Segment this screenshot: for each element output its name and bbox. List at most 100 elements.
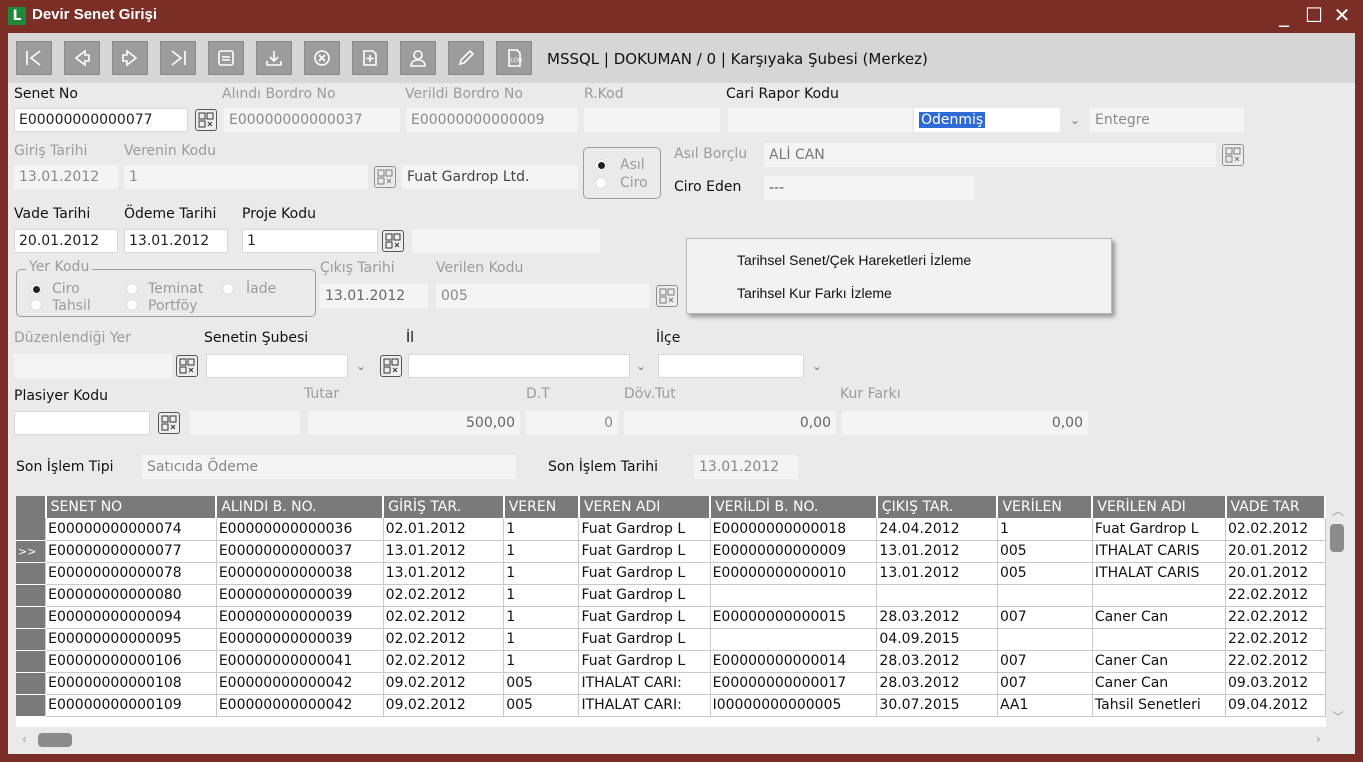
vertical-scroll-thumb[interactable] — [1330, 524, 1344, 552]
cell-veren-adi[interactable]: Fuat Gardrop L — [578, 540, 711, 563]
log-button[interactable]: LOG — [496, 41, 532, 75]
horizontal-scroll-thumb[interactable] — [38, 733, 72, 747]
cell-verilen-adi[interactable]: Caner Can — [1092, 672, 1227, 695]
cell-veren-adi[interactable]: Fuat Gardrop L — [578, 606, 711, 629]
senet-lookup-button[interactable] — [195, 109, 217, 131]
cell-senet-no[interactable]: E00000000000074 — [45, 518, 217, 541]
scroll-up-icon[interactable]: ︿ — [1332, 502, 1344, 519]
context-item-senet-hareketleri[interactable]: Tarihsel Senet/Çek Hareketleri İzleme — [737, 252, 971, 268]
list-button[interactable] — [208, 41, 244, 75]
yer-teminat-radio[interactable] — [126, 283, 138, 295]
table-row[interactable]: E00000000000095 E00000000000039 02.02.2012… — [16, 628, 1326, 651]
first-record-button[interactable] — [16, 41, 52, 75]
cell-verilen-adi[interactable] — [1092, 584, 1227, 607]
table-row[interactable]: >> E00000000000077 E00000000000037 13.01.20… — [16, 540, 1326, 563]
cell-verilen[interactable]: 007 — [997, 672, 1093, 695]
cell-giris-tar[interactable]: 02.01.2012 — [383, 518, 505, 541]
previous-record-button[interactable] — [64, 41, 100, 75]
cell-veren[interactable]: 1 — [503, 606, 580, 629]
cell-verilen-adi[interactable]: ITHALAT CARIS — [1092, 540, 1227, 563]
cell-verildi[interactable]: E00000000000009 — [710, 540, 878, 563]
cell-vade-tar[interactable]: 20.01.2012 — [1225, 562, 1326, 585]
cell-cikis-tar[interactable]: 24.04.2012 — [876, 518, 998, 541]
col-header-cikis-tar[interactable]: ÇIKIŞ TAR. — [876, 496, 999, 518]
table-row[interactable]: E00000000000109 E00000000000042 09.02.2012… — [16, 694, 1326, 717]
chevron-down-icon[interactable]: ⌄ — [812, 359, 822, 373]
proje-lookup-button[interactable] — [382, 230, 404, 252]
cell-cikis-tar[interactable]: 30.07.2015 — [876, 694, 998, 717]
asil-radio[interactable] — [595, 159, 607, 171]
cell-verildi[interactable] — [710, 584, 878, 607]
chevron-down-icon[interactable]: ⌄ — [356, 359, 366, 373]
cell-vade-tar[interactable]: 20.01.2012 — [1225, 540, 1326, 563]
next-record-button[interactable] — [112, 41, 148, 75]
col-header-verilen-adi[interactable]: VERİLEN ADI — [1092, 496, 1227, 518]
cell-cikis-tar[interactable]: 28.03.2012 — [876, 650, 998, 673]
cell-senet-no[interactable]: E00000000000108 — [45, 672, 217, 695]
cell-cikis-tar[interactable]: 04.09.2015 — [876, 628, 998, 651]
cell-alindi[interactable]: E00000000000042 — [216, 694, 384, 717]
cell-verilen-adi[interactable]: Caner Can — [1092, 650, 1227, 673]
cell-verildi[interactable]: E00000000000015 — [710, 606, 878, 629]
row-indicator[interactable] — [16, 584, 47, 607]
cell-alindi[interactable]: E00000000000039 — [216, 584, 384, 607]
table-row[interactable]: E00000000000078 E00000000000038 13.01.2012… — [16, 562, 1326, 585]
cell-giris-tar[interactable]: 13.01.2012 — [383, 562, 505, 585]
yer-tahsil-radio[interactable] — [30, 299, 42, 311]
table-row[interactable]: E00000000000108 E00000000000042 09.02.2012… — [16, 672, 1326, 695]
maximize-icon[interactable]: ☐ — [1302, 2, 1326, 28]
yer-ciro-radio[interactable] — [30, 283, 42, 295]
cell-verilen[interactable]: AA1 — [997, 694, 1093, 717]
cell-verilen[interactable] — [997, 584, 1093, 607]
cell-veren-adi[interactable]: Fuat Gardrop L — [578, 584, 711, 607]
row-indicator[interactable]: >> — [16, 540, 47, 563]
cell-cikis-tar[interactable]: 13.01.2012 — [876, 540, 998, 563]
cell-verilen[interactable]: 005 — [997, 540, 1093, 563]
yer-iade-radio[interactable] — [222, 283, 234, 295]
cell-verilen[interactable]: 007 — [997, 650, 1093, 673]
ciro-radio[interactable] — [595, 177, 607, 189]
vade-tarihi-input[interactable]: 20.01.2012 — [14, 229, 118, 253]
cell-alindi[interactable]: E00000000000041 — [216, 650, 384, 673]
duzenlendigi-lookup-button[interactable] — [176, 355, 198, 377]
col-header-senet-no[interactable]: SENET NO — [45, 496, 218, 518]
cell-verilen[interactable]: 007 — [997, 606, 1093, 629]
row-indicator[interactable] — [16, 628, 47, 651]
table-row[interactable]: E00000000000094 E00000000000039 02.02.2012… — [16, 606, 1326, 629]
cell-verilen-adi[interactable] — [1092, 628, 1227, 651]
scroll-left-icon[interactable]: ‹ — [22, 732, 27, 746]
cell-verilen-adi[interactable]: ITHALAT CARIS — [1092, 562, 1227, 585]
cell-cikis-tar[interactable]: 28.03.2012 — [876, 672, 998, 695]
scroll-down-icon[interactable]: ﹀ — [1332, 708, 1344, 725]
new-document-button[interactable] — [352, 41, 388, 75]
cell-veren-adi[interactable]: ITHALAT CARI: — [578, 672, 711, 695]
scroll-right-icon[interactable]: › — [1316, 732, 1321, 746]
table-row[interactable]: E00000000000080 E00000000000039 02.02.2012… — [16, 584, 1326, 607]
cell-verildi[interactable]: E00000000000017 — [710, 672, 878, 695]
close-icon[interactable]: ✕ — [1330, 2, 1354, 28]
col-header-verilen[interactable]: VERİLEN — [997, 496, 1094, 518]
il-select[interactable] — [408, 354, 630, 378]
minimize-icon[interactable]: _ — [1272, 2, 1296, 28]
cell-giris-tar[interactable]: 09.02.2012 — [383, 694, 505, 717]
yer-portfoy-radio[interactable] — [126, 299, 138, 311]
cell-vade-tar[interactable]: 09.04.2012 — [1225, 694, 1326, 717]
cell-vade-tar[interactable]: 22.02.2012 — [1225, 584, 1326, 607]
veren-lookup-button[interactable] — [374, 166, 396, 188]
row-indicator[interactable] — [16, 650, 47, 673]
cell-verildi[interactable]: E00000000000014 — [710, 650, 878, 673]
cell-giris-tar[interactable]: 02.02.2012 — [383, 606, 505, 629]
user-button[interactable] — [400, 41, 436, 75]
col-header-vade-tar[interactable]: VADE TAR — [1225, 496, 1326, 518]
cell-senet-no[interactable]: E00000000000094 — [45, 606, 217, 629]
plasiyer-kodu-input[interactable] — [14, 411, 150, 435]
cell-giris-tar[interactable]: 02.02.2012 — [383, 628, 505, 651]
cell-giris-tar[interactable]: 13.01.2012 — [383, 540, 505, 563]
cell-senet-no[interactable]: E00000000000095 — [45, 628, 217, 651]
cell-verildi[interactable] — [710, 628, 878, 651]
row-indicator[interactable] — [16, 606, 47, 629]
cell-alindi[interactable]: E00000000000039 — [216, 628, 384, 651]
ilce-select[interactable] — [658, 354, 804, 378]
context-item-kur-farki[interactable]: Tarihsel Kur Farkı İzleme — [737, 285, 892, 301]
cell-verilen-adi[interactable]: Tahsil Senetleri — [1092, 694, 1227, 717]
